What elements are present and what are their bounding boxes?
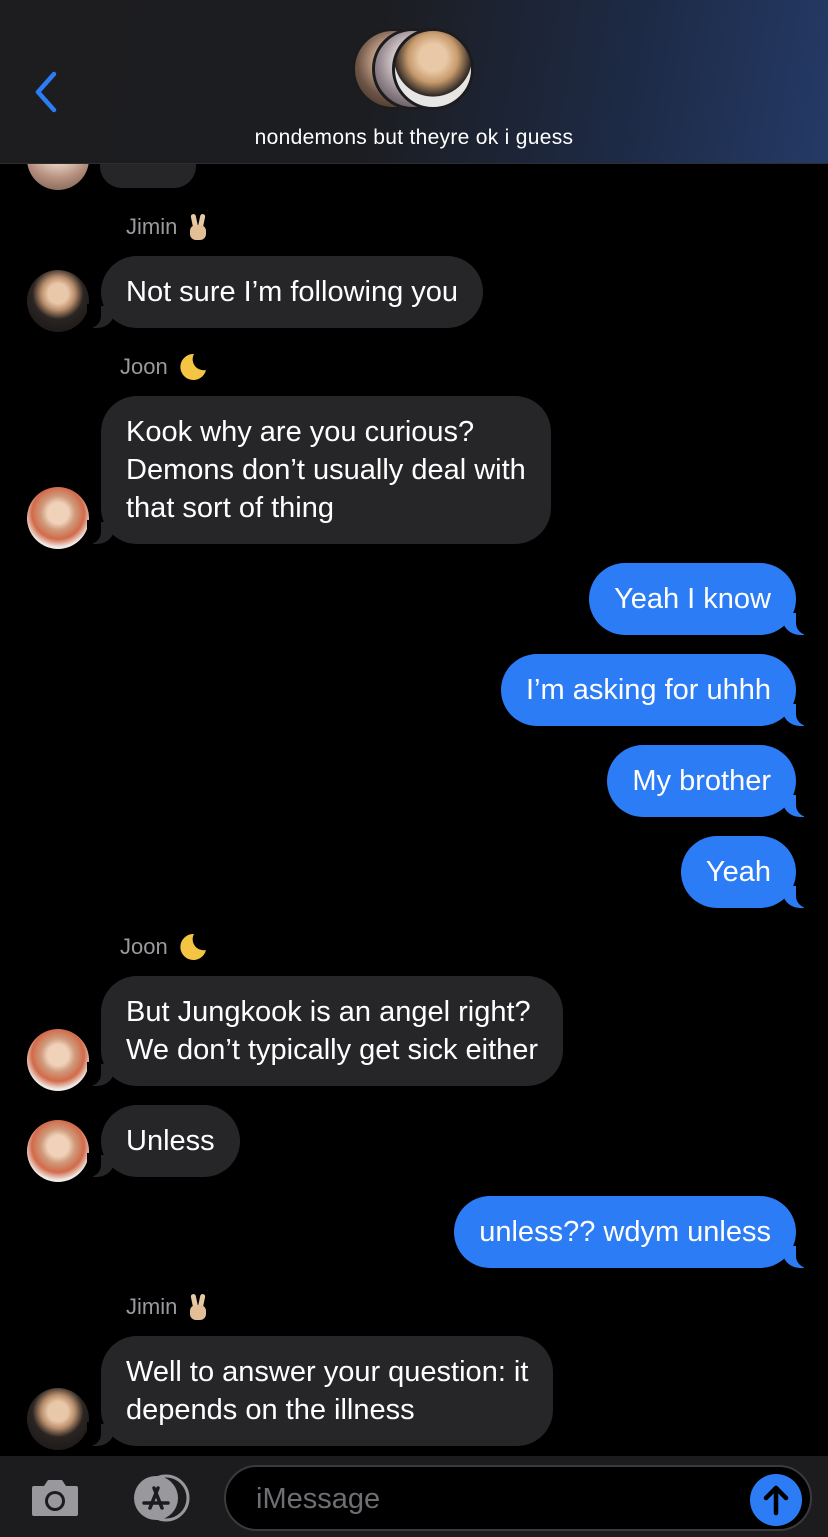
app-store-button[interactable] <box>124 1474 192 1522</box>
message-text: I’m asking for uhhh <box>525 674 771 706</box>
back-button[interactable] <box>26 68 70 116</box>
victory-hand-icon <box>190 214 207 240</box>
avatar[interactable] <box>27 1120 89 1182</box>
victory-hand-icon <box>190 1294 207 1320</box>
app-store-icon <box>134 1474 190 1522</box>
group-avatars[interactable] <box>352 28 482 112</box>
sender-name: Jimin <box>126 1292 209 1322</box>
message-input[interactable] <box>256 1479 726 1519</box>
avatar[interactable] <box>27 1388 89 1450</box>
group-member-avatar <box>392 28 474 110</box>
message-bubble[interactable]: Yeah I know <box>589 563 810 635</box>
message-bubble[interactable]: unless?? wdym unless <box>454 1196 810 1268</box>
send-button[interactable] <box>750 1474 802 1526</box>
sender-label: Joon <box>120 354 168 379</box>
compose-bar <box>0 1456 828 1537</box>
sender-name: Joon <box>120 352 208 382</box>
camera-icon <box>32 1480 78 1516</box>
sender-label: Joon <box>120 934 168 959</box>
avatar[interactable] <box>27 1029 89 1091</box>
group-name[interactable]: nondemons but theyre ok i guess <box>0 126 828 150</box>
sender-name: Joon <box>120 932 208 962</box>
message-text: My brother <box>632 765 771 797</box>
avatar[interactable] <box>27 270 89 332</box>
message-bubble[interactable]: Kook why are you curious? Demons don’t u… <box>87 396 551 544</box>
message-bubble[interactable]: Not sure I’m following you <box>86 256 484 328</box>
message-input-field[interactable] <box>224 1465 812 1531</box>
sender-label: Jimin <box>126 214 178 239</box>
sender-name: Jimin <box>126 212 209 242</box>
message-bubble[interactable]: My brother <box>607 745 810 817</box>
message-text-line: Demons don’t usually deal with <box>126 454 526 486</box>
message-text: unless?? wdym unless <box>479 1216 771 1248</box>
message-text: Unless <box>126 1125 215 1157</box>
message-text: Not sure I’m following you <box>126 276 459 308</box>
camera-button[interactable] <box>30 1476 80 1518</box>
crescent-moon-icon <box>180 353 206 380</box>
message-bubble[interactable]: I’m asking for uhhh <box>500 654 811 726</box>
crescent-moon-icon <box>180 933 206 960</box>
message-bubble[interactable]: Unless <box>87 1105 240 1177</box>
message-text-line: We don’t typically get sick either <box>126 1034 539 1066</box>
message-text-line: Well to answer your question: it <box>126 1356 529 1388</box>
message-text-line: Kook why are you curious? <box>126 416 475 448</box>
chevron-left-icon <box>35 71 57 113</box>
arrow-up-icon <box>763 1485 789 1516</box>
message-text-line: depends on the illness <box>126 1394 415 1426</box>
message-bubble[interactable]: But Jungkook is an angel right? We don’t… <box>86 976 564 1086</box>
message-text-line: that sort of thing <box>126 492 334 524</box>
message-text: Yeah <box>705 856 771 888</box>
message-bubble[interactable]: Well to answer your question: it depends… <box>86 1336 554 1446</box>
message-text-line: But Jungkook is an angel right? <box>126 996 531 1028</box>
message-bubble[interactable]: Yeah <box>680 836 811 908</box>
sender-label: Jimin <box>126 1294 178 1319</box>
message-text: Yeah I know <box>614 583 771 615</box>
conversation-header: nondemons but theyre ok i guess <box>0 0 828 164</box>
avatar[interactable] <box>27 487 89 549</box>
